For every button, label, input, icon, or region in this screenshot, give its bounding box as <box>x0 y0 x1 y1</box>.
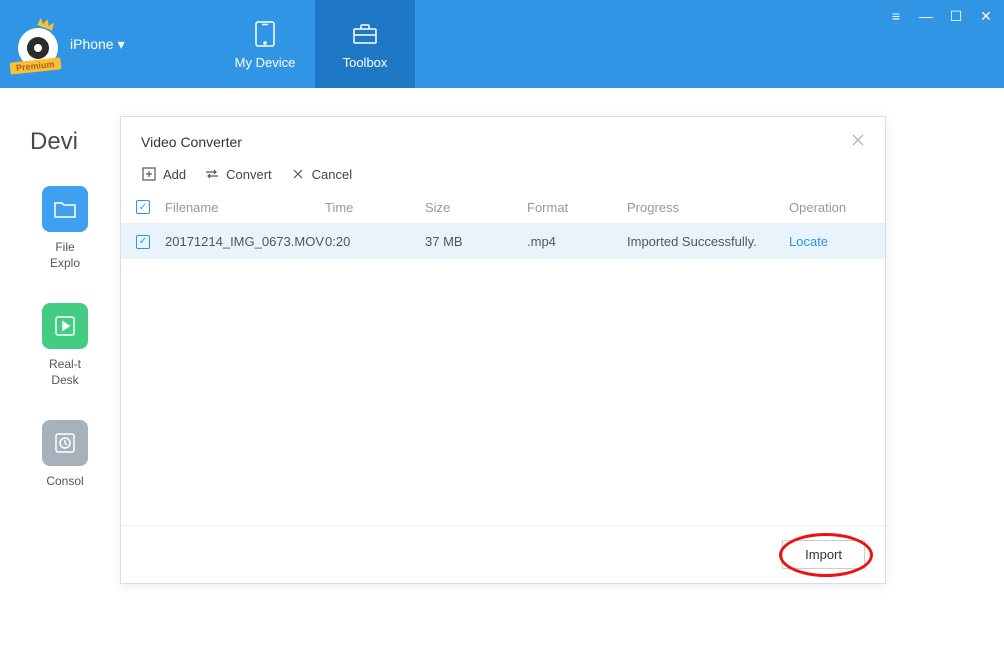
tab-label: My Device <box>235 55 296 70</box>
tool-file-explorer[interactable]: File Explo <box>30 186 100 271</box>
col-progress: Progress <box>627 198 789 217</box>
folder-icon <box>42 186 88 232</box>
device-label: iPhone <box>70 36 114 52</box>
swap-icon <box>204 166 220 182</box>
select-all-checkbox[interactable]: ✓ <box>136 200 150 214</box>
tab-my-device[interactable]: My Device <box>215 0 315 88</box>
close-icon[interactable] <box>851 131 865 152</box>
video-converter-modal: Video Converter Add <box>120 116 886 584</box>
tool-realtime-desk[interactable]: Real-t Desk <box>30 303 100 388</box>
tool-label: Real-t Desk <box>49 357 81 388</box>
maximize-icon[interactable]: ☐ <box>948 8 964 25</box>
tab-toolbox[interactable]: Toolbox <box>315 0 415 88</box>
col-size: Size <box>425 198 527 217</box>
cell-format: .mp4 <box>527 234 627 249</box>
cell-filename: 20171214_IMG_0673.MOV <box>165 234 325 249</box>
locate-link[interactable]: Locate <box>789 234 887 249</box>
premium-badge: Premium <box>10 57 61 74</box>
import-button[interactable]: Import <box>782 540 865 569</box>
tab-label: Toolbox <box>343 55 388 70</box>
logo-section: Premium iPhone ▾ <box>0 0 215 88</box>
table-row[interactable]: ✓ 20171214_IMG_0673.MOV 0:20 37 MB .mp4 … <box>121 224 885 259</box>
modal-title-text: Video Converter <box>141 134 242 150</box>
toolbox-icon <box>347 19 383 49</box>
tool-console[interactable]: Consol <box>30 420 100 490</box>
cell-size: 37 MB <box>425 234 527 249</box>
table-header: ✓ Filename Time Size Format Progress Ope… <box>121 192 885 224</box>
menu-icon[interactable]: ≡ <box>888 8 904 25</box>
minimize-icon[interactable]: — <box>918 8 934 25</box>
chevron-down-icon: ▾ <box>118 36 125 53</box>
clock-icon <box>42 420 88 466</box>
cell-progress: Imported Successfully. <box>627 234 789 249</box>
window-controls: ≡ — ☐ ✕ <box>888 8 994 25</box>
plus-icon <box>141 166 157 182</box>
col-filename: Filename <box>165 198 325 217</box>
modal-footer: Import <box>121 525 885 583</box>
cell-time: 0:20 <box>325 234 425 249</box>
col-operation: Operation <box>789 198 887 217</box>
tool-label: Consol <box>46 474 83 490</box>
play-icon <box>42 303 88 349</box>
file-table: ✓ Filename Time Size Format Progress Ope… <box>121 192 885 525</box>
convert-button[interactable]: Convert <box>204 166 272 182</box>
row-checkbox[interactable]: ✓ <box>136 235 150 249</box>
app-logo: Premium <box>8 14 68 74</box>
modal-titlebar: Video Converter <box>121 117 885 162</box>
cancel-button[interactable]: Cancel <box>290 166 352 182</box>
col-time: Time <box>325 198 425 217</box>
device-selector[interactable]: iPhone ▾ <box>70 36 125 53</box>
close-icon[interactable]: ✕ <box>978 8 994 25</box>
tool-label: File Explo <box>50 240 80 271</box>
x-icon <box>290 166 306 182</box>
add-button[interactable]: Add <box>141 166 186 182</box>
modal-toolbar: Add Convert Cancel <box>121 162 885 192</box>
col-format: Format <box>527 198 627 217</box>
tablet-icon <box>247 19 283 49</box>
app-header: Premium iPhone ▾ My Device Toolbox ≡ <box>0 0 1004 88</box>
